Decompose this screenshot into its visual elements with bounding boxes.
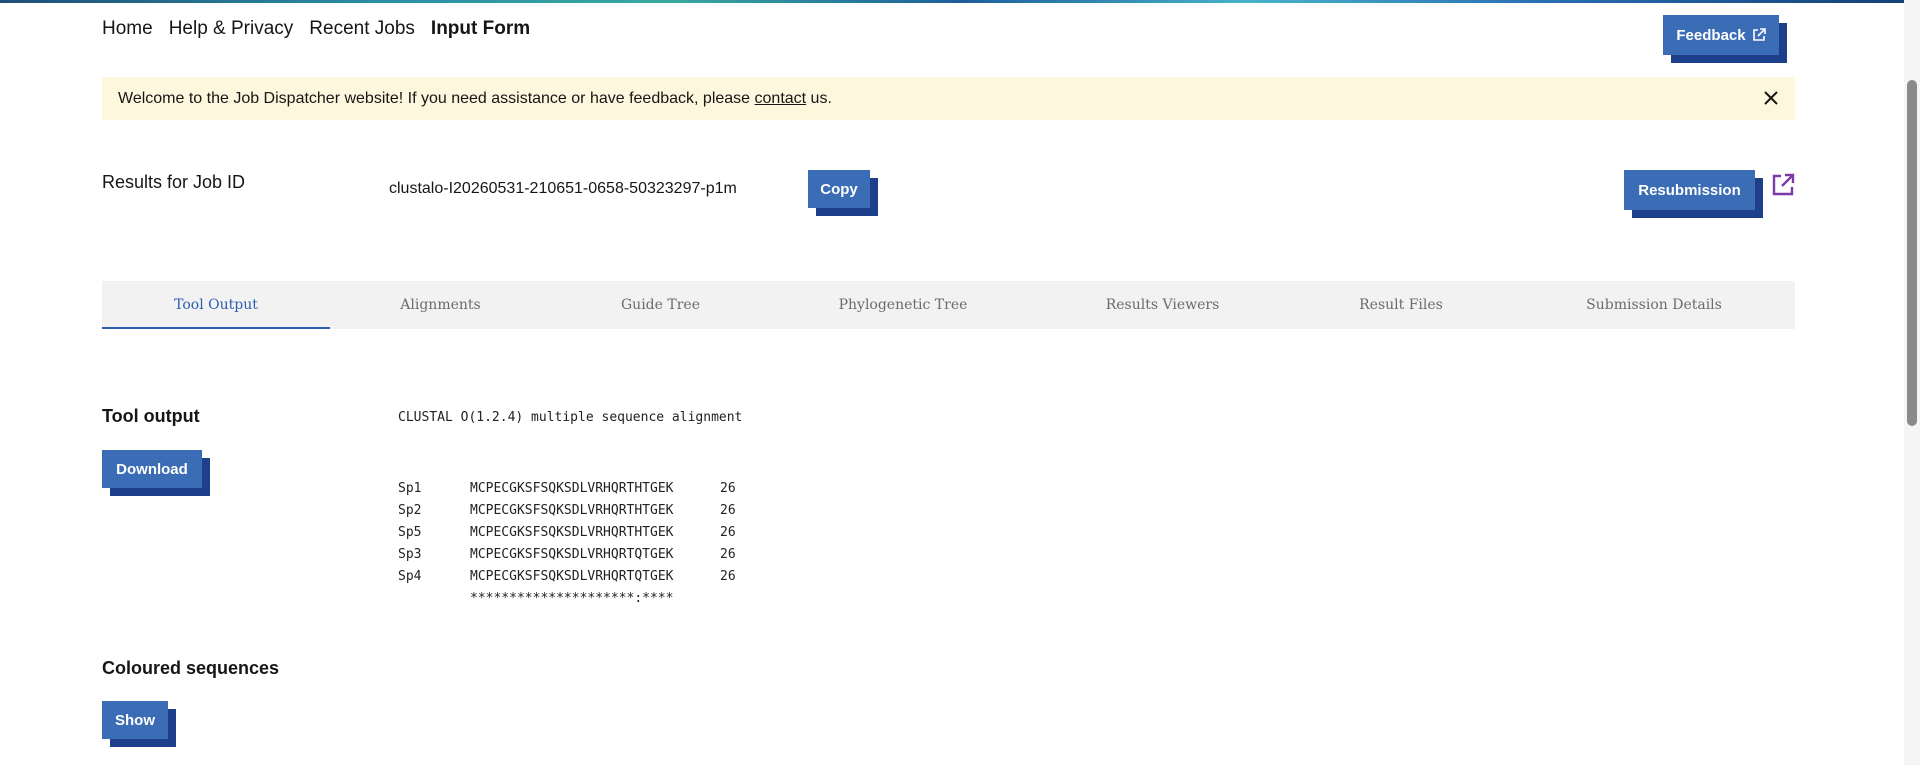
banner-text-after: us. <box>806 89 832 107</box>
feedback-button-label: Feedback <box>1676 26 1746 44</box>
feedback-button[interactable]: Feedback <box>1663 15 1779 55</box>
sequence-residues: MCPECGKSFSQKSDLVRHQRTHTGEK <box>470 524 674 540</box>
top-gradient-strip <box>0 0 1920 3</box>
alignment-row: Sp1 MCPECGKSFSQKSDLVRHQRTHTGEK 26 <box>398 477 760 499</box>
resubmission-button-label: Resubmission <box>1638 181 1741 199</box>
nav-home[interactable]: Home <box>102 18 153 40</box>
tab-alignments[interactable]: Alignments <box>330 281 551 329</box>
consensus-row: *********************:**** <box>398 587 760 609</box>
download-button-label: Download <box>116 460 188 478</box>
tab-guide-tree[interactable]: Guide Tree <box>551 281 770 329</box>
sequence-residues: MCPECGKSFSQKSDLVRHQRTQTGEK <box>470 546 674 562</box>
contact-link[interactable]: contact <box>755 90 807 107</box>
sequence-name: Sp2 <box>398 502 422 518</box>
sequence-name: Sp1 <box>398 480 422 496</box>
copy-button-label: Copy <box>820 180 858 198</box>
banner-message: Welcome to the Job Dispatcher website! I… <box>102 90 832 108</box>
consensus-line: *********************:**** <box>470 590 674 606</box>
welcome-banner: Welcome to the Job Dispatcher website! I… <box>102 77 1795 120</box>
show-button-label: Show <box>115 711 155 729</box>
nav-input-form[interactable]: Input Form <box>431 18 530 40</box>
external-link-icon <box>1752 28 1766 41</box>
banner-text-before: Welcome to the Job Dispatcher website! I… <box>118 89 755 107</box>
sequence-count: 26 <box>720 502 736 518</box>
alignment-block: Sp1 MCPECGKSFSQKSDLVRHQRTHTGEK 26 Sp2 MC… <box>398 477 760 609</box>
sequence-count: 26 <box>720 568 736 584</box>
coloured-sequences-title: Coloured sequences <box>102 658 280 678</box>
sequence-count: 26 <box>720 546 736 562</box>
alignment-row: Sp3 MCPECGKSFSQKSDLVRHQRTQTGEK 26 <box>398 543 760 565</box>
job-id-value: clustalo-I20260531-210651-0658-50323297-… <box>389 180 737 197</box>
sequence-count: 26 <box>720 524 736 540</box>
alignment-row: Sp2 MCPECGKSFSQKSDLVRHQRTHTGEK 26 <box>398 499 760 521</box>
tab-submission-details[interactable]: Submission Details <box>1513 281 1795 329</box>
scrollbar-thumb[interactable] <box>1907 80 1917 426</box>
sequence-name: Sp3 <box>398 546 422 562</box>
show-button[interactable]: Show <box>102 701 168 739</box>
results-tabs: Tool Output Alignments Guide Tree Phylog… <box>102 281 1795 329</box>
sequence-residues: MCPECGKSFSQKSDLVRHQRTHTGEK <box>470 502 674 518</box>
nav-help-privacy[interactable]: Help & Privacy <box>169 18 294 40</box>
close-icon[interactable] <box>1761 88 1781 108</box>
alignment-row: Sp4 MCPECGKSFSQKSDLVRHQRTQTGEK 26 <box>398 565 760 587</box>
nav-recent-jobs[interactable]: Recent Jobs <box>309 18 415 40</box>
download-button[interactable]: Download <box>102 450 202 488</box>
top-nav: Home Help & Privacy Recent Jobs Input Fo… <box>102 18 530 40</box>
tab-tool-output[interactable]: Tool Output <box>102 281 330 329</box>
sequence-name: Sp4 <box>398 568 422 584</box>
sequence-residues: MCPECGKSFSQKSDLVRHQRTQTGEK <box>470 568 674 584</box>
results-for-job-label: Results for Job ID <box>102 172 246 192</box>
tab-results-viewers[interactable]: Results Viewers <box>1036 281 1289 329</box>
clustal-header: CLUSTAL O(1.2.4) multiple sequence align… <box>398 410 743 425</box>
copy-button[interactable]: Copy <box>808 170 870 208</box>
tab-result-files[interactable]: Result Files <box>1289 281 1513 329</box>
open-external-icon[interactable] <box>1770 172 1796 198</box>
tool-output-title: Tool output <box>102 406 200 426</box>
sequence-name: Sp5 <box>398 524 422 540</box>
tab-phylogenetic-tree[interactable]: Phylogenetic Tree <box>770 281 1036 329</box>
alignment-row: Sp5 MCPECGKSFSQKSDLVRHQRTHTGEK 26 <box>398 521 760 543</box>
sequence-count: 26 <box>720 480 736 496</box>
sequence-residues: MCPECGKSFSQKSDLVRHQRTHTGEK <box>470 480 674 496</box>
resubmission-button[interactable]: Resubmission <box>1624 170 1755 210</box>
